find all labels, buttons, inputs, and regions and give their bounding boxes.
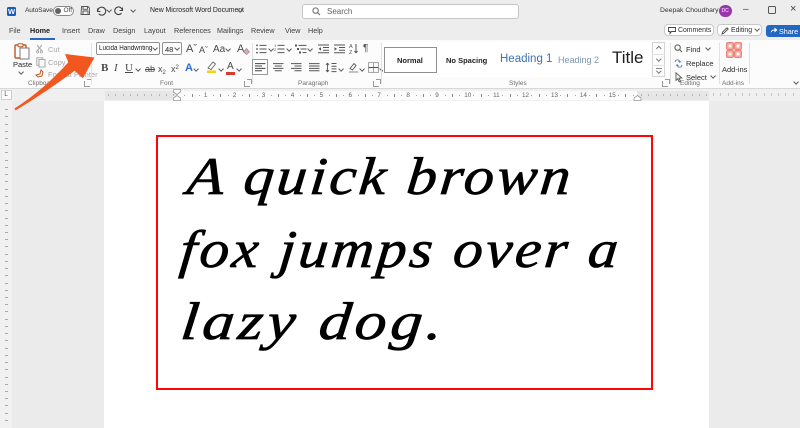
svg-text:Z: Z — [349, 50, 353, 56]
svg-text:2: 2 — [274, 47, 277, 52]
